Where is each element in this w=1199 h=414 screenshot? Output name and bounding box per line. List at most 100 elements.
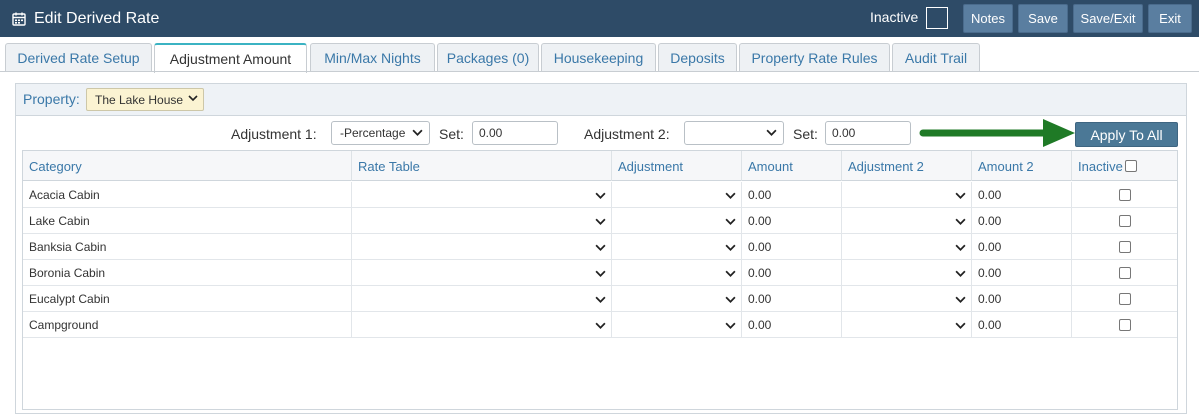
inactive-checkbox[interactable] [1118, 189, 1131, 201]
adjustment1-value: -Percentage [340, 126, 406, 140]
inactive-checkbox[interactable] [1118, 215, 1131, 227]
amount-input[interactable]: 0.00 [742, 208, 842, 234]
inactive-cell [1072, 182, 1177, 208]
chevron-down-icon [725, 244, 736, 251]
col-inactive: Inactive [1072, 151, 1177, 181]
title-wrap: Edit Derived Rate [12, 0, 159, 37]
property-value: The Lake House [95, 92, 184, 107]
amount2-input[interactable]: 0.00 [972, 234, 1072, 260]
chevron-down-icon [725, 322, 736, 329]
inactive-checkbox[interactable] [1118, 319, 1131, 331]
amount-input[interactable]: 0.00 [742, 182, 842, 208]
chevron-down-icon [955, 244, 966, 251]
apply-to-all-button[interactable]: Apply To All [1075, 122, 1178, 147]
chevron-down-icon [955, 296, 966, 303]
table-header: Category Rate Table Adjustment Amount Ad… [23, 151, 1177, 181]
tab-audit-trail[interactable]: Audit Trail [892, 43, 980, 72]
exit-button[interactable]: Exit [1148, 4, 1192, 33]
col-adjustment: Adjustment [612, 151, 742, 181]
adjustment-select[interactable] [612, 312, 742, 338]
adjustment2-select[interactable] [842, 208, 972, 234]
adjustment2-label: Adjustment 2: [584, 126, 670, 142]
table-row: Eucalypt Cabin 0.00 0.00 [23, 286, 1177, 312]
amount-input[interactable]: 0.00 [742, 312, 842, 338]
adjustment2-select[interactable] [684, 121, 784, 145]
chevron-down-icon [955, 322, 966, 329]
arrow-right-icon [919, 119, 1075, 147]
amount2-input[interactable]: 0.00 [972, 208, 1072, 234]
category-cell: Acacia Cabin [23, 182, 352, 208]
adjustment-select[interactable] [612, 234, 742, 260]
set2-label: Set: [793, 126, 818, 142]
rate-table-select[interactable] [352, 234, 612, 260]
col-amount2: Amount 2 [972, 151, 1072, 181]
rate-table-select[interactable] [352, 208, 612, 234]
col-adjustment2: Adjustment 2 [842, 151, 972, 181]
adjustment2-select[interactable] [842, 234, 972, 260]
inactive-cell [1072, 286, 1177, 312]
chevron-down-icon [188, 95, 198, 102]
inactive-cell [1072, 208, 1177, 234]
rate-table-select[interactable] [352, 312, 612, 338]
adjustment1-label: Adjustment 1: [231, 126, 317, 142]
calendar-icon [12, 12, 26, 26]
tab-min-max-nights[interactable]: Min/Max Nights [310, 43, 435, 72]
notes-button[interactable]: Notes [963, 4, 1013, 33]
adjustment1-select[interactable]: -Percentage [331, 121, 430, 145]
tab-packages[interactable]: Packages (0) [437, 43, 539, 72]
table-row: Banksia Cabin 0.00 0.00 [23, 234, 1177, 260]
inactive-checkbox[interactable] [1118, 241, 1131, 253]
category-table: Category Rate Table Adjustment Amount Ad… [22, 150, 1178, 410]
chevron-down-icon [725, 296, 736, 303]
col-amount: Amount [742, 151, 842, 181]
amount-input[interactable]: 0.00 [742, 286, 842, 312]
set1-input[interactable]: 0.00 [472, 121, 558, 145]
adjustment2-select[interactable] [842, 286, 972, 312]
category-cell: Boronia Cabin [23, 260, 352, 286]
chevron-down-icon [725, 218, 736, 225]
adjustment2-select[interactable] [842, 312, 972, 338]
tab-divider [0, 71, 1199, 72]
amount2-input[interactable]: 0.00 [972, 312, 1072, 338]
amount2-input[interactable]: 0.00 [972, 286, 1072, 312]
save-button[interactable]: Save [1018, 4, 1068, 33]
amount2-input[interactable]: 0.00 [972, 182, 1072, 208]
category-cell: Eucalypt Cabin [23, 286, 352, 312]
save-exit-button[interactable]: Save/Exit [1073, 4, 1143, 33]
property-select[interactable]: The Lake House [86, 88, 204, 111]
set2-input[interactable]: 0.00 [825, 121, 911, 145]
adjustment2-select[interactable] [842, 182, 972, 208]
chevron-down-icon [595, 296, 606, 303]
amount-input[interactable]: 0.00 [742, 260, 842, 286]
tab-adjustment-amount[interactable]: Adjustment Amount [154, 43, 307, 73]
rate-table-select[interactable] [352, 182, 612, 208]
inactive-checkbox[interactable] [1118, 293, 1131, 305]
table-row: Campground 0.00 0.00 [23, 312, 1177, 338]
tab-deposits[interactable]: Deposits [658, 43, 737, 72]
chevron-down-icon [412, 129, 423, 136]
chevron-down-icon [595, 218, 606, 225]
inactive-all-checkbox[interactable] [1124, 160, 1137, 172]
rate-table-select[interactable] [352, 286, 612, 312]
tab-derived-rate-setup[interactable]: Derived Rate Setup [5, 43, 152, 72]
property-label: Property: [23, 91, 80, 107]
tab-housekeeping[interactable]: Housekeeping [541, 43, 656, 72]
inactive-checkbox[interactable] [926, 7, 948, 29]
inactive-label: Inactive [870, 9, 919, 25]
chevron-down-icon [766, 129, 777, 136]
adjustment-select[interactable] [612, 182, 742, 208]
header-bar: Edit Derived Rate Inactive Notes Save Sa… [0, 0, 1199, 37]
col-category: Category [23, 151, 352, 181]
adjustment2-select[interactable] [842, 260, 972, 286]
adjustment-select[interactable] [612, 208, 742, 234]
inactive-checkbox[interactable] [1118, 267, 1131, 279]
amount2-input[interactable]: 0.00 [972, 260, 1072, 286]
amount-input[interactable]: 0.00 [742, 234, 842, 260]
chevron-down-icon [955, 270, 966, 277]
rate-table-select[interactable] [352, 260, 612, 286]
tab-property-rate-rules[interactable]: Property Rate Rules [739, 43, 890, 72]
category-cell: Banksia Cabin [23, 234, 352, 260]
inactive-cell [1072, 234, 1177, 260]
adjustment-select[interactable] [612, 260, 742, 286]
adjustment-select[interactable] [612, 286, 742, 312]
